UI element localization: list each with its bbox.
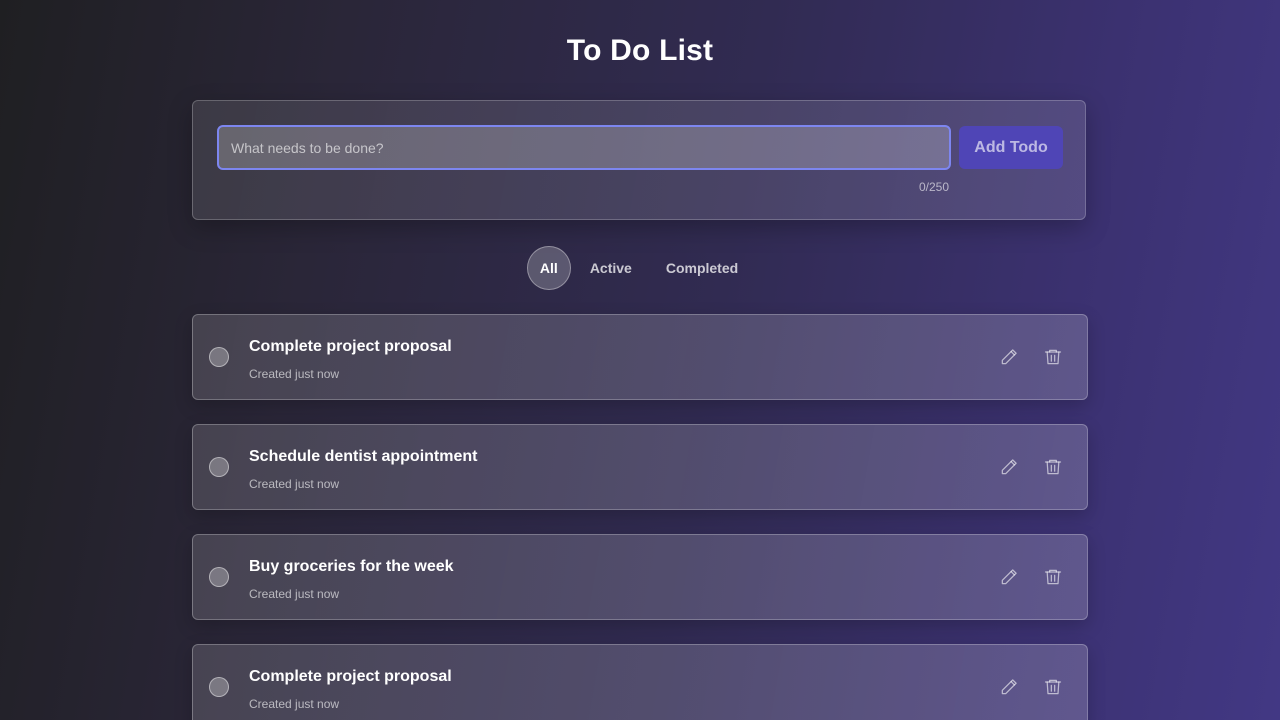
todo-title: Complete project proposal <box>249 668 452 685</box>
trash-icon[interactable] <box>1041 345 1065 369</box>
todo-created-time: Created just now <box>249 697 340 711</box>
pencil-icon[interactable] <box>997 565 1021 589</box>
todo-created-time: Created just now <box>249 367 340 381</box>
todo-input[interactable] <box>217 125 951 170</box>
pencil-icon[interactable] <box>997 675 1021 699</box>
filter-completed-button[interactable]: Completed <box>651 246 753 290</box>
trash-icon[interactable] <box>1041 455 1065 479</box>
todo-title: Buy groceries for the week <box>249 558 454 575</box>
complete-checkbox[interactable] <box>209 457 229 477</box>
filter-all-button[interactable]: All <box>526 246 571 290</box>
todo-created-time: Created just now <box>249 587 340 601</box>
todo-title: Schedule dentist appointment <box>249 448 478 465</box>
trash-icon[interactable] <box>1041 565 1065 589</box>
todo-item: Schedule dentist appointment Created jus… <box>192 424 1088 510</box>
complete-checkbox[interactable] <box>209 567 229 587</box>
pencil-icon[interactable] <box>997 345 1021 369</box>
filter-active-button[interactable]: Active <box>575 246 647 290</box>
add-todo-card: Add Todo 0/250 <box>192 100 1086 220</box>
char-counter: 0/250 <box>918 180 949 194</box>
pencil-icon[interactable] <box>997 455 1021 479</box>
todo-item: Complete project proposal Created just n… <box>192 644 1088 720</box>
todo-item: Buy groceries for the week Created just … <box>192 534 1088 620</box>
complete-checkbox[interactable] <box>209 677 229 697</box>
filter-bar: All Active Completed <box>0 246 1280 290</box>
todo-item: Complete project proposal Created just n… <box>192 314 1088 400</box>
add-todo-button[interactable]: Add Todo <box>959 126 1063 169</box>
todo-title: Complete project proposal <box>249 338 452 355</box>
trash-icon[interactable] <box>1041 675 1065 699</box>
page-title: To Do List <box>566 34 714 67</box>
complete-checkbox[interactable] <box>209 347 229 367</box>
todo-created-time: Created just now <box>249 477 340 491</box>
